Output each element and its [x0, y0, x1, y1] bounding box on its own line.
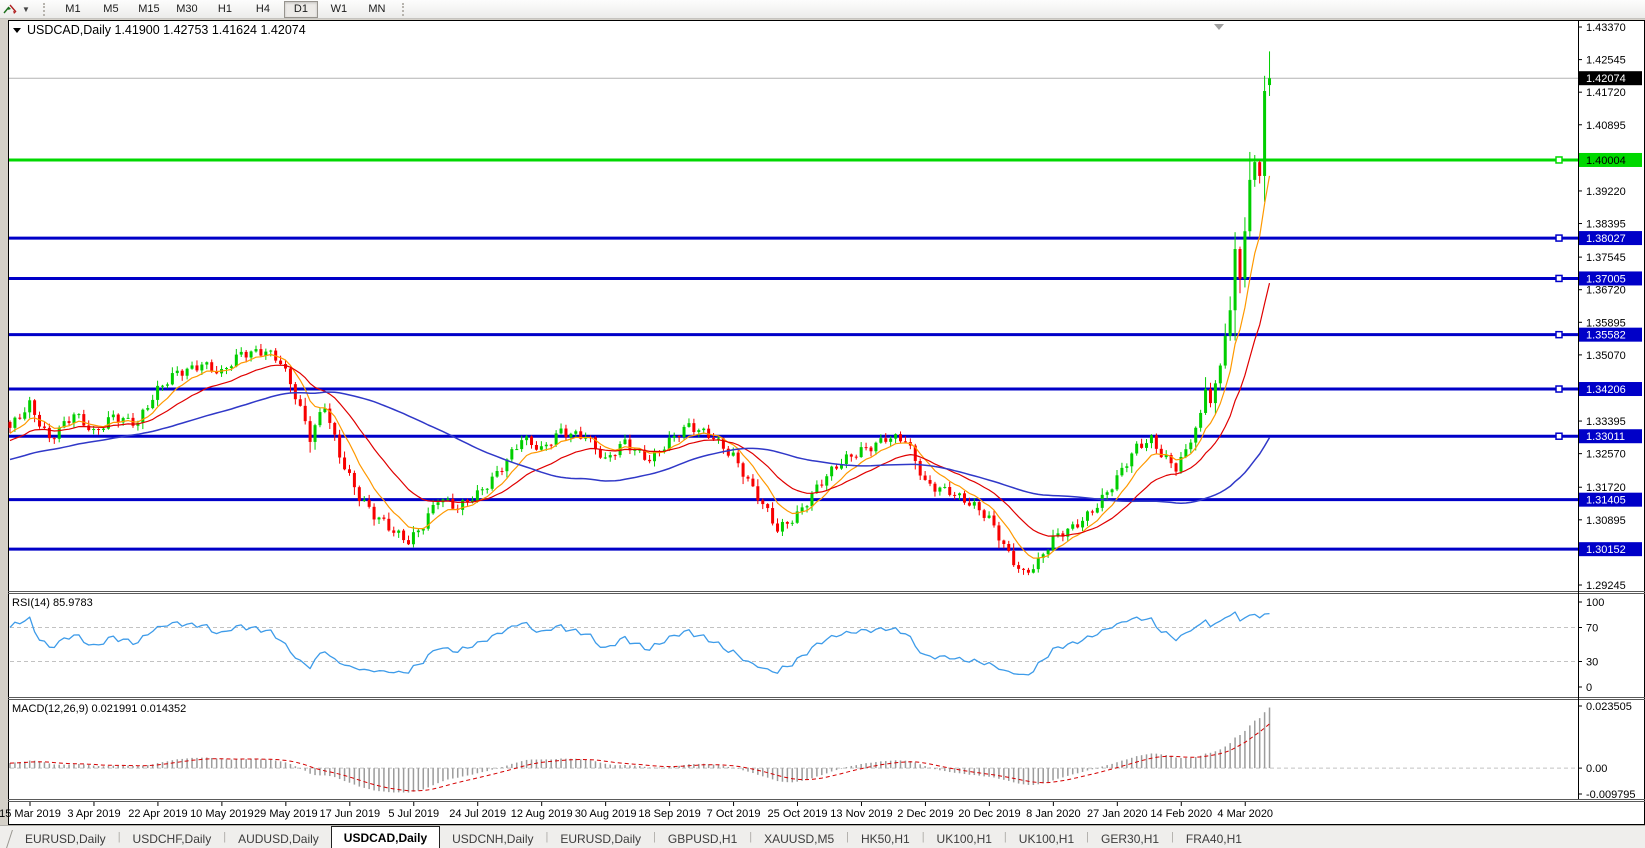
- rsi-tick-label: 0: [1586, 682, 1592, 694]
- chart-tabs-bar: EURUSD,Daily|USDCHF,Daily|AUDUSD,DailyUS…: [0, 825, 1645, 848]
- chart-tab-uk100-h1[interactable]: UK100,H1: [925, 829, 1004, 848]
- price-tick-label: 1.38395: [1586, 219, 1626, 231]
- level-handle-1.38027[interactable]: [1556, 235, 1562, 241]
- svg-text:1.30152: 1.30152: [1586, 544, 1626, 556]
- price-tick-label: 1.32570: [1586, 449, 1626, 461]
- price-tick-label: 1.36720: [1586, 285, 1626, 297]
- date-tick-label: 12 Aug 2019: [511, 808, 573, 820]
- date-tick-label: 3 Apr 2019: [67, 808, 120, 820]
- svg-text:1.42074: 1.42074: [1586, 73, 1626, 85]
- level-handle-1.35582[interactable]: [1556, 332, 1562, 338]
- price-tick-label: 1.29245: [1586, 580, 1626, 592]
- rsi-label: RSI(14) 85.9783: [12, 597, 93, 609]
- chart-tab-usdchf-daily[interactable]: USDCHF,Daily: [121, 829, 224, 848]
- timeframe-toolbar: ▼ M1M5M15M30H1H4D1W1MN: [0, 0, 1645, 19]
- toolbar-grip[interactable]: [43, 3, 48, 16]
- level-handle-1.33011[interactable]: [1556, 433, 1562, 439]
- svg-text:1.38027: 1.38027: [1586, 233, 1626, 245]
- date-tick-label: 20 Dec 2019: [958, 808, 1020, 820]
- date-tick-label: 27 Jan 2020: [1087, 808, 1148, 820]
- date-tick-label: 14 Feb 2020: [1150, 808, 1212, 820]
- chart-tab-usdcnh-daily[interactable]: USDCNH,Daily: [440, 829, 545, 848]
- timeframe-button-m1[interactable]: M1: [56, 1, 90, 18]
- price-tick-label: 1.31720: [1586, 482, 1626, 494]
- date-tick-label: 24 Jul 2019: [449, 808, 506, 820]
- chart-tab-ger30-h1[interactable]: GER30,H1: [1089, 829, 1171, 848]
- date-tick-label: 25 Oct 2019: [768, 808, 828, 820]
- timeframe-button-w1[interactable]: W1: [322, 1, 356, 18]
- date-tick-label: 15 Mar 2019: [0, 808, 61, 820]
- date-tick-label: 4 Mar 2020: [1217, 808, 1273, 820]
- date-tick-label: 5 Jul 2019: [388, 808, 439, 820]
- timeframe-button-m5[interactable]: M5: [94, 1, 128, 18]
- date-tick-label: 30 Aug 2019: [575, 808, 637, 820]
- chart-tab-usdcad-daily[interactable]: USDCAD,Daily: [331, 826, 440, 848]
- date-tick-label: 29 May 2019: [254, 808, 318, 820]
- timeframe-button-h1[interactable]: H1: [208, 1, 242, 18]
- chart-tab-uk100-h1[interactable]: UK100,H1: [1007, 829, 1086, 848]
- price-tick-label: 1.43370: [1586, 22, 1626, 34]
- level-handle-1.34206[interactable]: [1556, 386, 1562, 392]
- level-handle-1.37005[interactable]: [1556, 275, 1562, 281]
- level-handle-1.40004[interactable]: [1556, 157, 1562, 163]
- date-tick-label: 13 Nov 2019: [830, 808, 892, 820]
- svg-text:1.34206: 1.34206: [1586, 384, 1626, 396]
- rsi-tick-label: 100: [1586, 597, 1604, 609]
- date-tick-label: 22 Apr 2019: [128, 808, 187, 820]
- svg-text:1.31405: 1.31405: [1586, 495, 1626, 507]
- chart-tab-eurusd-daily[interactable]: EURUSD,Daily: [13, 829, 118, 848]
- chart-tab-fra40-h1[interactable]: FRA40,H1: [1174, 829, 1254, 848]
- macd-tick-label: 0.00: [1586, 763, 1607, 775]
- macd-label: MACD(12,26,9) 0.021991 0.014352: [12, 703, 186, 715]
- partial-tab-stub[interactable]: [0, 830, 13, 848]
- price-tick-label: 1.30895: [1586, 515, 1626, 527]
- price-tick-label: 1.35895: [1586, 317, 1626, 329]
- price-tick-label: 1.33395: [1586, 416, 1626, 428]
- chart-tab-xauusd-m5[interactable]: XAUUSD,M5: [752, 829, 846, 848]
- svg-text:1.40004: 1.40004: [1586, 155, 1626, 167]
- date-tick-label: 18 Sep 2019: [638, 808, 700, 820]
- date-tick-label: 2 Dec 2019: [897, 808, 953, 820]
- chart-window[interactable]: USDCAD,Daily 1.41900 1.42753 1.41624 1.4…: [0, 0, 1645, 848]
- date-tick-label: 10 May 2019: [190, 808, 254, 820]
- rsi-tick-label: 30: [1586, 657, 1598, 669]
- timeframe-button-m15[interactable]: M15: [132, 1, 166, 18]
- chart-tab-hk50-h1[interactable]: HK50,H1: [849, 829, 922, 848]
- price-tick-label: 1.42545: [1586, 55, 1626, 67]
- toolbar-grip-right[interactable]: [402, 3, 407, 16]
- date-tick-label: 17 Jun 2019: [320, 808, 381, 820]
- timeframe-buttons: M1M5M15M30H1H4D1W1MN: [54, 1, 396, 18]
- svg-text:1.35582: 1.35582: [1586, 330, 1626, 342]
- price-tick-label: 1.35070: [1586, 350, 1626, 362]
- svg-text:1.33011: 1.33011: [1586, 431, 1625, 443]
- timeframe-button-m30[interactable]: M30: [170, 1, 204, 18]
- price-tick-label: 1.39220: [1586, 186, 1626, 198]
- timeframe-button-h4[interactable]: H4: [246, 1, 280, 18]
- periodicity-icon[interactable]: [3, 2, 19, 16]
- chart-tab-eurusd-daily[interactable]: EURUSD,Daily: [548, 829, 653, 848]
- rsi-tick-label: 70: [1586, 623, 1598, 635]
- chart-tab-audusd-daily[interactable]: AUDUSD,Daily: [226, 829, 331, 848]
- chart-title-text: USDCAD,Daily 1.41900 1.42753 1.41624 1.4…: [27, 23, 306, 37]
- timeframe-button-d1[interactable]: D1: [284, 1, 318, 18]
- toolbar-dropdown-caret-icon[interactable]: ▼: [22, 5, 30, 14]
- macd-tick-label: 0.023505: [1586, 701, 1632, 713]
- price-tick-label: 1.37545: [1586, 252, 1626, 264]
- chart-tab-gbpusd-h1[interactable]: GBPUSD,H1: [656, 829, 749, 848]
- price-tick-label: 1.41720: [1586, 87, 1626, 99]
- date-tick-label: 8 Jan 2020: [1026, 808, 1080, 820]
- price-tick-label: 1.40895: [1586, 120, 1626, 132]
- chart-window-frame: [9, 21, 1645, 825]
- chart-title: USDCAD,Daily 1.41900 1.42753 1.41624 1.4…: [13, 23, 306, 37]
- timeframe-button-mn[interactable]: MN: [360, 1, 394, 18]
- svg-text:1.37005: 1.37005: [1586, 273, 1626, 285]
- date-tick-label: 7 Oct 2019: [707, 808, 761, 820]
